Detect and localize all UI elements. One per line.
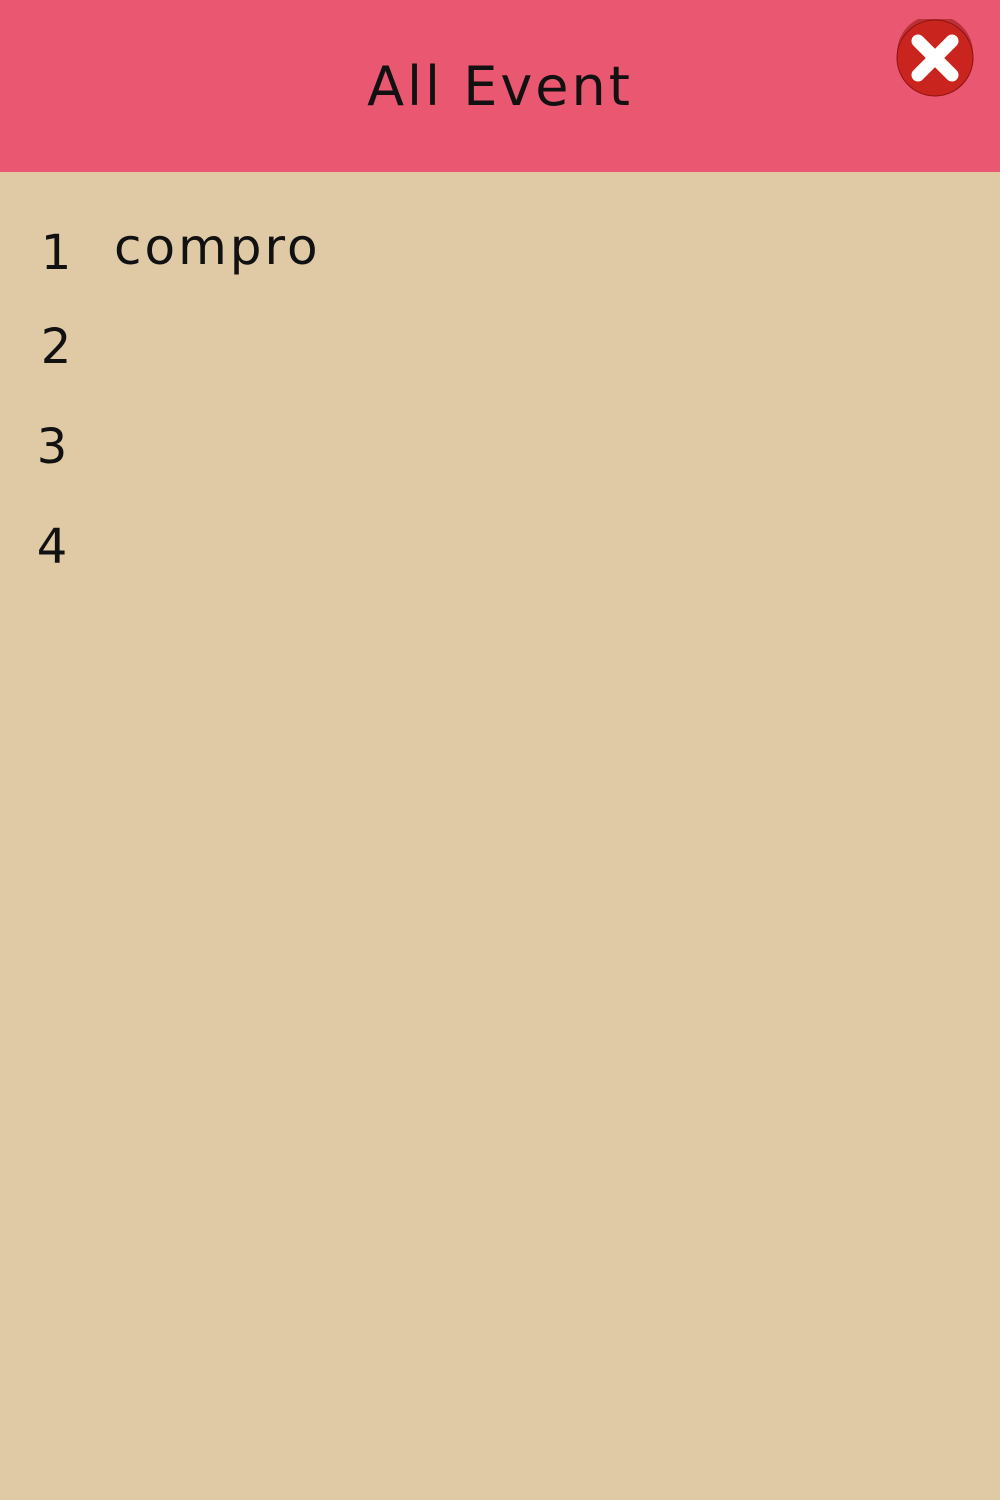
event-number: 2	[40, 319, 72, 375]
event-number: 1	[40, 225, 72, 281]
list-item[interactable]: 4	[0, 517, 1000, 617]
list-item[interactable]: 2	[0, 317, 1000, 417]
close-icon	[896, 19, 974, 97]
list-item[interactable]: 1 compro	[0, 217, 1000, 317]
event-number: 4	[36, 519, 68, 575]
event-number: 3	[36, 419, 68, 475]
page-title: All Event	[367, 55, 633, 118]
list-item[interactable]: 3	[0, 417, 1000, 517]
close-button[interactable]	[896, 19, 974, 97]
event-name: compro	[114, 218, 321, 276]
header-bar: All Event	[0, 0, 1000, 172]
